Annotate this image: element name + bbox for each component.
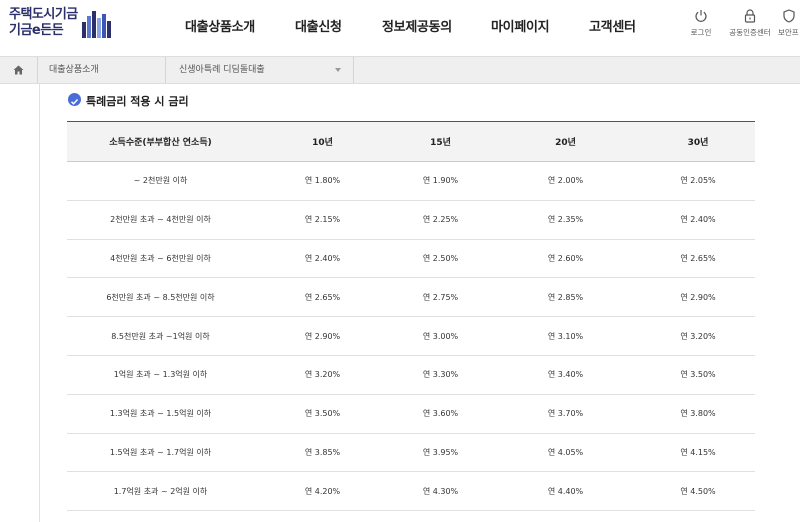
section-title-text: 특례금리 적용 시 금리 [86,95,189,108]
breadcrumb-level2-label: 신생아특례 디딤돌대출 [179,65,265,75]
rate-30y-cell: 연 3.20% [641,316,755,356]
header-10y: 10년 [254,121,391,162]
table-row: 1억원 초과 ~ 1.3억원 이하 연 3.20% 연 3.30% 연 3.40% 연 … [67,355,755,395]
header-income-level: 소득수준(부부합산 연소득) [67,121,254,162]
rate-20y-cell: 연 3.40% [490,355,641,395]
logo-mark-icon [82,11,111,38]
rate-15y-cell: 연 2.50% [391,239,490,279]
table-row: 6천만원 초과 ~ 8.5천만원 이하 연 2.65% 연 2.75% 연 2.85%… [67,277,755,318]
nav-item-products[interactable]: 대출상품소개 [185,16,255,35]
section-title: 특례금리 적용 시 금리 [68,93,189,109]
table-row: 1.7억원 초과 ~ 2억원 이하 연 4.20% 연 4.30% 연 4.40% 연 … [67,471,755,512]
rate-10y-cell: 연 1.80% [254,161,391,201]
nav-item-consent[interactable]: 정보제공동의 [382,16,452,35]
breadcrumb-level2-dropdown[interactable]: 신생아특례 디딤돌대출 [166,57,354,83]
table-row: 8.5천만원 초과 ~1억원 이하 연 2.90% 연 3.00% 연 3.10% 연 … [67,316,755,356]
rate-table: 소득수준(부부합산 연소득) 10년 15년 20년 30년 ~ 2천만원 이하… [67,121,755,512]
rate-15y-cell: 연 3.95% [391,433,490,473]
rate-table-body: ~ 2천만원 이하 연 1.80% 연 1.90% 연 2.00% 연 2.05% 2천만… [67,161,755,512]
rate-20y-cell: 연 3.70% [490,394,641,434]
login-label: 로그인 [690,28,712,37]
chevron-down-icon [335,68,341,72]
rate-20y-cell: 연 2.00% [490,161,641,201]
rate-20y-cell: 연 2.35% [490,200,641,240]
nav-item-mypage[interactable]: 마이페이지 [491,16,550,35]
rate-30y-cell: 연 3.80% [641,394,755,434]
rate-15y-cell: 연 2.25% [391,200,490,240]
nav-item-apply[interactable]: 대출신청 [295,16,342,35]
rate-30y-cell: 연 2.05% [641,161,755,201]
breadcrumb-level1[interactable]: 대출상품소개 [38,57,166,83]
rate-30y-cell: 연 4.50% [641,471,755,512]
income-cell: 6천만원 초과 ~ 8.5천만원 이하 [67,277,254,318]
rate-10y-cell: 연 4.20% [254,471,391,512]
rate-20y-cell: 연 3.10% [490,316,641,356]
home-icon [13,65,24,75]
income-cell: 4천만원 초과 ~ 6천만원 이하 [67,239,254,279]
income-cell: 1억원 초과 ~ 1.3억원 이하 [67,355,254,395]
header-30y: 30년 [641,121,755,162]
login-button[interactable]: 로그인 [681,9,721,38]
home-button[interactable] [0,57,38,83]
rate-10y-cell: 연 2.90% [254,316,391,356]
rate-10y-cell: 연 2.40% [254,239,391,279]
rate-20y-cell: 연 4.40% [490,471,641,512]
rate-10y-cell: 연 3.50% [254,394,391,434]
rate-10y-cell: 연 3.20% [254,355,391,395]
logo-text-line2: 기금e든든 [9,23,64,38]
rate-20y-cell: 연 2.85% [490,277,641,318]
table-header-row: 소득수준(부부합산 연소득) 10년 15년 20년 30년 [67,121,755,162]
security-program-label: 보안프 [778,28,799,37]
income-cell: 2천만원 초과 ~ 4천만원 이하 [67,200,254,240]
rate-20y-cell: 연 4.05% [490,433,641,473]
income-cell: 1.7억원 초과 ~ 2억원 이하 [67,471,254,512]
rate-30y-cell: 연 2.65% [641,239,755,279]
main-content: 특례금리 적용 시 금리 소득수준(부부합산 연소득) 10년 15년 20년 … [39,84,800,522]
header-20y: 20년 [490,121,641,162]
rate-30y-cell: 연 2.90% [641,277,755,318]
rate-10y-cell: 연 3.85% [254,433,391,473]
income-cell: 8.5천만원 초과 ~1억원 이하 [67,316,254,356]
table-row: 1.3억원 초과 ~ 1.5억원 이하 연 3.50% 연 3.60% 연 3.70%… [67,394,755,434]
income-cell: 1.3억원 초과 ~ 1.5억원 이하 [67,394,254,434]
rate-15y-cell: 연 3.30% [391,355,490,395]
rate-10y-cell: 연 2.15% [254,200,391,240]
table-row: 2천만원 초과 ~ 4천만원 이하 연 2.15% 연 2.25% 연 2.35% 연 … [67,200,755,240]
table-row: ~ 2천만원 이하 연 1.80% 연 1.90% 연 2.00% 연 2.05% [67,161,755,201]
income-cell: ~ 2천만원 이하 [67,161,254,201]
nav-item-support[interactable]: 고객센터 [589,16,636,35]
rate-15y-cell: 연 3.00% [391,316,490,356]
breadcrumb: 대출상품소개 신생아특례 디딤돌대출 [0,56,800,84]
rate-15y-cell: 연 3.60% [391,394,490,434]
table-row: 1.5억원 초과 ~ 1.7억원 이하 연 3.85% 연 3.95% 연 4.05%… [67,433,755,473]
header-15y: 15년 [391,121,490,162]
logo-text-line1: 주택도시기금 [9,7,78,22]
site-header: 주택도시기금 기금e든든 대출상품소개 대출신청 정보제공동의 마이페이지 고객… [0,0,800,56]
rate-15y-cell: 연 4.30% [391,471,490,512]
rate-10y-cell: 연 2.65% [254,277,391,318]
lock-icon [744,9,756,23]
rate-20y-cell: 연 2.60% [490,239,641,279]
rate-30y-cell: 연 3.50% [641,355,755,395]
table-row: 4천만원 초과 ~ 6천만원 이하 연 2.40% 연 2.50% 연 2.60% 연 … [67,239,755,279]
site-logo[interactable]: 주택도시기금 기금e든든 [9,7,111,39]
shield-icon [783,9,795,23]
security-program-button[interactable]: 보안프 [778,9,800,38]
certificate-center-button[interactable]: 공동인증센터 [728,9,772,38]
rate-15y-cell: 연 1.90% [391,161,490,201]
power-icon [695,10,707,22]
rate-15y-cell: 연 2.75% [391,277,490,318]
income-cell: 1.5억원 초과 ~ 1.7억원 이하 [67,433,254,473]
rate-30y-cell: 연 4.15% [641,433,755,473]
certificate-center-label: 공동인증센터 [729,28,771,37]
rate-30y-cell: 연 2.40% [641,200,755,240]
